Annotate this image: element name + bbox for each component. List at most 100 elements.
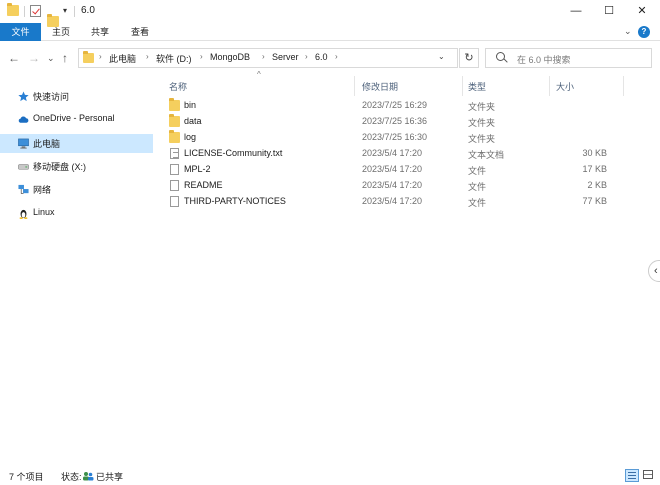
large-icons-view-icon [643,470,653,479]
sidebar-item-linux[interactable]: Linux [0,204,153,223]
column-header-date[interactable]: 修改日期 [362,80,398,93]
up-button[interactable]: ↑ [62,51,68,65]
breadcrumb-current[interactable]: 6.0 [315,52,328,62]
ribbon-tabs: 文件 主页 共享 查看 ⌄ ? [0,23,660,41]
file-name: log [184,132,197,142]
file-date: 2023/7/25 16:29 [362,100,428,110]
expand-ribbon-icon[interactable]: ⌄ [624,26,632,37]
sort-ascending-icon: ^ [257,70,261,79]
file-icon [170,164,179,175]
file-name: data [184,116,202,126]
breadcrumb-separator: › [99,52,102,61]
search-box[interactable]: 在 6.0 中搜索 [485,48,652,68]
maximize-button[interactable]: ☐ [593,0,625,22]
linux-icon [19,209,28,219]
breadcrumb-separator: › [200,52,203,61]
file-type: 文本文档 [468,150,505,160]
network-icon [18,184,29,194]
refresh-button[interactable]: ↻ [459,48,479,68]
file-row-log[interactable]: log 2023/7/25 16:30 文件夹 [163,130,623,146]
file-size: 30 KB [582,148,607,158]
file-row-bin[interactable]: bin 2023/7/25 16:29 文件夹 [163,98,623,114]
file-date: 2023/5/4 17:20 [362,164,423,174]
breadcrumb-separator: › [146,52,149,61]
column-divider[interactable] [354,76,355,96]
folder-icon [7,3,19,16]
file-row-third-party-notices[interactable]: THIRD-PARTY-NOTICES 2023/5/4 17:20 文件 77… [163,194,623,210]
file-icon [170,180,179,191]
breadcrumb-separator: › [305,52,308,61]
file-name: LICENSE-Community.txt [184,148,283,158]
status-bar: 7 个项目 状态: 已共享 [0,466,660,485]
file-row-mpl[interactable]: MPL-2 2023/5/4 17:20 文件 17 KB [163,162,623,178]
address-dropdown-icon[interactable]: ⌄ [438,52,445,61]
tab-share[interactable]: 共享 [91,23,109,41]
file-type: 文件夹 [468,134,496,144]
file-size: 17 KB [582,164,607,174]
share-state-label: 状态: [61,472,82,482]
drive-icon [18,164,29,170]
folder-icon [83,51,94,63]
properties-icon[interactable] [30,5,41,17]
search-input[interactable]: 在 6.0 中搜索 [517,53,571,66]
minimize-button[interactable]: — [560,0,592,22]
sidebar-item-quick-access[interactable]: 快速访问 [0,87,153,106]
file-date: 2023/5/4 17:20 [362,148,423,158]
back-button[interactable]: ← [8,51,20,65]
title-bar: ▾ 6.0 — ☐ ✕ [0,0,660,27]
details-view-icon [628,472,636,479]
file-row-readme[interactable]: README 2023/5/4 17:20 文件 2 KB [163,178,623,194]
breadcrumb-server[interactable]: Server [272,52,299,62]
file-date: 2023/5/4 17:20 [362,196,423,206]
sidebar-item-network[interactable]: 网络 [0,180,153,199]
file-date: 2023/5/4 17:20 [362,180,423,190]
tab-view[interactable]: 查看 [131,23,149,41]
file-icon [170,196,179,207]
column-header-size[interactable]: 大小 [556,80,574,93]
column-header-type[interactable]: 类型 [468,80,486,93]
navigation-pane: 快速访问 OneDrive - Personal 此电脑 移动硬盘 (X:) 网… [0,76,160,456]
sidebar-item-removable-drive[interactable]: 移动硬盘 (X:) [0,157,153,176]
large-icons-view-button[interactable] [642,469,656,482]
breadcrumb-separator: › [262,52,265,61]
file-date: 2023/7/25 16:30 [362,132,428,142]
folder-icon [169,114,180,127]
sidebar-item-label: 快速访问 [33,92,70,102]
column-divider[interactable] [462,76,463,96]
details-view-button[interactable] [625,469,639,482]
column-divider[interactable] [549,76,550,96]
file-name: THIRD-PARTY-NOTICES [184,196,286,206]
share-state-value: 已共享 [96,472,124,482]
quick-access-dropdown-icon[interactable]: ▾ [63,6,67,15]
recent-locations-button[interactable]: ⌄ [47,53,55,64]
divider [24,6,25,17]
sidebar-item-this-pc[interactable]: 此电脑 [0,134,153,153]
file-size: 2 KB [587,180,607,190]
help-icon[interactable]: ? [638,26,650,38]
column-divider[interactable] [623,76,624,96]
breadcrumb-this-pc[interactable]: 此电脑 [109,52,136,65]
breadcrumb-drive[interactable]: 软件 (D:) [156,52,192,65]
file-row-license[interactable]: LICENSE-Community.txt 2023/5/4 17:20 文本文… [163,146,623,162]
sidebar-item-onedrive[interactable]: OneDrive - Personal [0,110,153,129]
file-type: 文件 [468,182,487,192]
breadcrumb-mongodb[interactable]: MongoDB [210,52,250,62]
file-row-data[interactable]: data 2023/7/25 16:36 文件夹 [163,114,623,130]
folder-icon [169,130,180,143]
address-bar[interactable]: › 此电脑 › 软件 (D:) › MongoDB › Server › 6.0… [78,48,458,68]
file-date: 2023/7/25 16:36 [362,116,428,126]
tab-file[interactable]: 文件 [0,23,41,41]
file-type: 文件夹 [468,102,496,112]
close-button[interactable]: ✕ [626,0,658,22]
item-count: 7 个项目 [9,472,44,482]
tab-home[interactable]: 主页 [52,23,70,41]
cloud-icon [18,116,29,123]
file-list: ^ 名称 修改日期 类型 大小 bin 2023/7/25 16:29 文件夹 … [163,70,653,456]
breadcrumb-separator: › [335,52,338,61]
users-icon [83,472,94,481]
forward-button[interactable]: → [28,51,40,65]
file-type: 文件 [468,198,487,208]
folder-icon [169,98,180,111]
column-header-name[interactable]: 名称 [169,80,187,93]
sidebar-item-label: 此电脑 [33,139,61,149]
